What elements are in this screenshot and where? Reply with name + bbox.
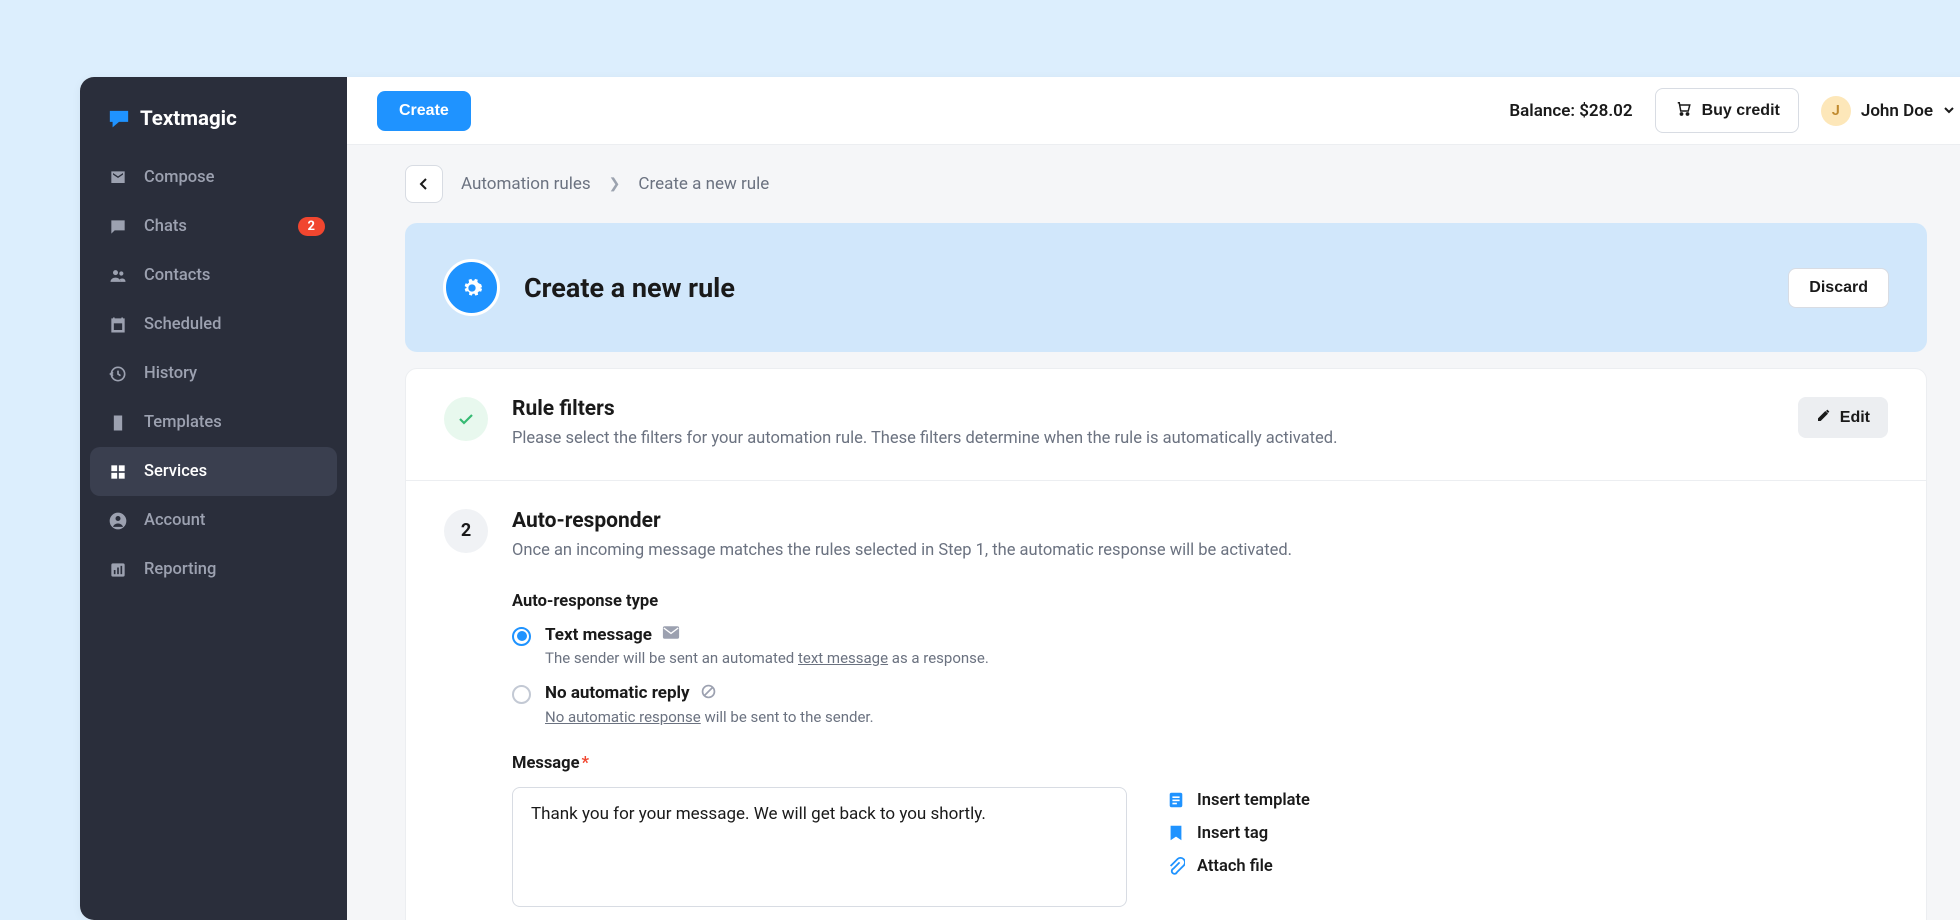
radio-input[interactable]: [512, 685, 531, 704]
user-name: John Doe: [1861, 101, 1933, 121]
nav-history[interactable]: History: [80, 349, 347, 398]
nav-label: Contacts: [144, 266, 210, 285]
logo: Textmagic: [80, 97, 347, 153]
nav-reporting[interactable]: Reporting: [80, 545, 347, 594]
templates-icon: [108, 413, 128, 433]
create-button[interactable]: Create: [377, 91, 471, 131]
step-2-section: 2 Auto-responder Once an incoming messag…: [406, 481, 1926, 920]
insert-template-button[interactable]: Insert template: [1167, 791, 1310, 810]
compose-icon: [108, 168, 128, 188]
main: Create Balance: $28.02 Buy credit J John…: [347, 77, 1960, 920]
step-2-desc: Once an incoming message matches the rul…: [512, 539, 1888, 564]
nav-label: Account: [144, 511, 205, 530]
step-1-desc: Please select the filters for your autom…: [512, 427, 1798, 452]
breadcrumb: Automation rules ❯ Create a new rule: [347, 145, 1960, 223]
message-actions: Insert template Insert tag Attach file: [1167, 787, 1310, 876]
page-header: Create a new rule Discard: [405, 223, 1927, 352]
reporting-icon: [108, 560, 128, 580]
logo-icon: [108, 109, 130, 129]
nav-label: Services: [144, 462, 207, 481]
attach-icon: [1167, 857, 1185, 875]
user-menu[interactable]: J John Doe: [1821, 96, 1955, 126]
app-shell: Textmagic Compose Chats 2 Contacts Sched…: [80, 77, 1960, 920]
step-2-title: Auto-responder: [512, 509, 1888, 533]
buy-credit-label: Buy credit: [1702, 102, 1780, 120]
type-label: Auto-response type: [512, 592, 1888, 611]
buy-credit-button[interactable]: Buy credit: [1655, 88, 1799, 133]
template-icon: [1167, 791, 1185, 809]
avatar: J: [1821, 96, 1851, 126]
page-title: Create a new rule: [524, 272, 735, 304]
topbar: Create Balance: $28.02 Buy credit J John…: [347, 77, 1960, 145]
services-icon: [108, 462, 128, 482]
mail-icon: [662, 625, 680, 644]
chevron-right-icon: ❯: [609, 176, 621, 192]
account-icon: [108, 511, 128, 531]
radio-label: No automatic reply: [545, 683, 690, 703]
nav-label: Chats: [144, 217, 187, 236]
edit-label: Edit: [1840, 409, 1870, 427]
sidebar: Textmagic Compose Chats 2 Contacts Sched…: [80, 77, 347, 920]
action-label: Insert template: [1197, 791, 1310, 810]
history-icon: [108, 364, 128, 384]
radio-label: Text message: [545, 625, 652, 645]
discard-button[interactable]: Discard: [1788, 268, 1889, 308]
action-label: Insert tag: [1197, 824, 1268, 843]
logo-text: Textmagic: [140, 107, 237, 131]
radio-no-reply[interactable]: No automatic reply No automatic response…: [512, 683, 1888, 726]
topbar-right: Balance: $28.02 Buy credit J John Doe: [1509, 88, 1955, 133]
radio-text-message[interactable]: Text message The sender will be sent an …: [512, 625, 1888, 667]
action-label: Attach file: [1197, 857, 1273, 876]
nav-label: Compose: [144, 168, 214, 187]
attach-file-button[interactable]: Attach file: [1167, 857, 1310, 876]
nav-templates[interactable]: Templates: [80, 398, 347, 447]
nav-label: Templates: [144, 413, 222, 432]
chat-icon: [108, 217, 128, 237]
radio-sub: No automatic response will be sent to th…: [545, 708, 874, 726]
gear-icon: [443, 259, 500, 316]
radio-input[interactable]: [512, 627, 531, 646]
breadcrumb-current: Create a new rule: [638, 174, 769, 194]
auto-response-type-block: Auto-response type Text message The send…: [512, 592, 1888, 726]
insert-tag-button[interactable]: Insert tag: [1167, 824, 1310, 843]
block-icon: [700, 683, 717, 704]
contacts-icon: [108, 266, 128, 286]
nav-services[interactable]: Services: [90, 447, 337, 496]
step-1-section: Rule filters Please select the filters f…: [406, 369, 1926, 481]
calendar-icon: [108, 315, 128, 335]
balance-text: Balance: $28.02: [1509, 101, 1632, 121]
pencil-icon: [1816, 407, 1832, 428]
tag-icon: [1167, 824, 1185, 842]
nav-label: Scheduled: [144, 315, 221, 334]
nav-scheduled[interactable]: Scheduled: [80, 300, 347, 349]
step-2-body: Auto-responder Once an incoming message …: [512, 509, 1888, 907]
back-button[interactable]: [405, 165, 443, 203]
radio-sub: The sender will be sent an automated tex…: [545, 649, 989, 667]
breadcrumb-parent[interactable]: Automation rules: [461, 174, 591, 194]
message-label: Message*: [512, 754, 1888, 773]
step-1-title: Rule filters: [512, 397, 1798, 421]
nav-compose[interactable]: Compose: [80, 153, 347, 202]
chats-badge: 2: [298, 217, 325, 236]
content: Create a new rule Discard Rule filters P…: [347, 223, 1960, 920]
message-block: Message* Insert template: [512, 754, 1888, 907]
message-input[interactable]: [512, 787, 1127, 907]
step-number: 2: [444, 509, 488, 553]
chevron-down-icon: [1943, 101, 1955, 121]
check-icon: [444, 397, 488, 441]
rule-card: Rule filters Please select the filters f…: [405, 368, 1927, 920]
nav-account[interactable]: Account: [80, 496, 347, 545]
cart-icon: [1674, 99, 1692, 122]
nav-chats[interactable]: Chats 2: [80, 202, 347, 251]
nav-contacts[interactable]: Contacts: [80, 251, 347, 300]
step-1-body: Rule filters Please select the filters f…: [512, 397, 1888, 452]
nav-label: History: [144, 364, 197, 383]
edit-button[interactable]: Edit: [1798, 397, 1888, 438]
nav-label: Reporting: [144, 560, 216, 579]
